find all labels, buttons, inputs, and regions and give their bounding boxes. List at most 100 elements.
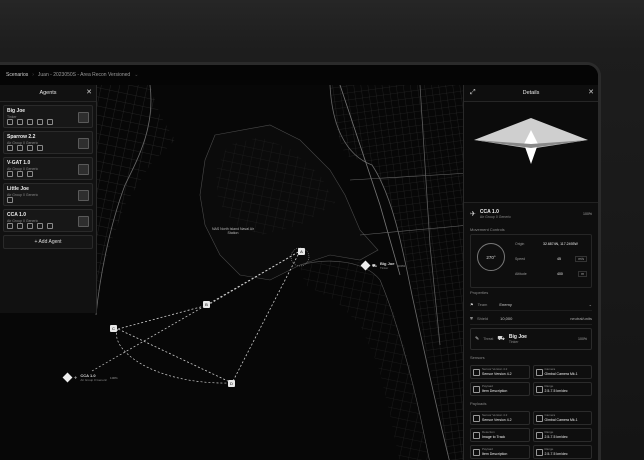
breadcrumb: Scenarios › Juan - 2023050S - Area Recon… [0,65,598,85]
edit-icon[interactable] [7,197,13,203]
details-panel-header: ⤢ Details ✕ [464,85,598,102]
speed-row: Speed 45 m/s [515,254,587,263]
agent-card[interactable]: Sparrow 2.2 Air Group 0 Generic [3,131,93,154]
close-icon[interactable]: ✕ [588,88,594,96]
target-icon[interactable] [27,119,33,125]
origin-value[interactable]: 32.6874N, 117.2493W [543,242,578,246]
sensor-card[interactable]: Payload Item Description [470,382,530,396]
agent-card[interactable]: Little Joe Air Group 0 Generic [3,183,93,206]
agent-actions [7,171,33,177]
breadcrumb-scenarios[interactable]: Scenarios [6,72,28,78]
app-screen: Scenarios › Juan - 2023050S - Area Recon… [0,62,601,460]
waypoint-c[interactable]: C [110,325,117,332]
payloads-grid: Sensor Version 4.2 Sensor Version 4.2 Cam… [470,411,592,459]
heading-dial[interactable]: 270° [477,243,505,271]
speed-label: Speed [515,256,526,261]
waypoint-d[interactable]: D [228,380,235,387]
agent-card[interactable]: CCA 1.0 Air Group 0 Generic [3,209,93,232]
map-target-pct: 100% [397,263,406,268]
target-icon[interactable] [27,171,33,177]
unit-marker-icon [62,372,73,383]
agent-name: V-GAT 1.0 [7,160,31,166]
agent-name: Big Joe [7,108,26,114]
drone-image [474,118,588,164]
link-icon[interactable] [47,119,53,125]
agents-panel-title: Agents [39,90,57,96]
agent-actions [7,223,53,229]
range-icon [535,385,543,393]
team-label: Team [477,302,488,307]
altitude-input[interactable]: 400 [557,272,563,276]
target-marker-icon [360,260,371,271]
plane-icon[interactable] [7,223,13,229]
payload-card[interactable]: Sensor Version 4.2 Sensor Version 4.2 [470,411,530,425]
payload-card[interactable]: Range 2.5-7.5 km/dec [532,428,592,442]
visibility-icon[interactable] [17,119,23,125]
payload-card[interactable]: Payload Item Description [470,445,530,459]
link-icon[interactable] [47,223,53,229]
speed-unit-select[interactable]: m/s [575,255,587,262]
edit-icon[interactable] [7,145,13,151]
team-row: ⚑ Team Enemy ⌄ [470,299,592,311]
expand-icon[interactable]: ⤢ [470,89,476,97]
close-icon[interactable]: ✕ [86,88,92,96]
agents-panel-header: Agents ✕ [0,85,96,102]
breadcrumb-scenario-name[interactable]: Juan - 2023050S - Area Recon Versioned [38,72,130,78]
properties-section-title: Properties [470,290,489,295]
sensor-value: Sensor Version 4.2 [482,371,512,376]
agent-card[interactable]: Big Joe Tinker [3,105,93,128]
shield-value[interactable]: 10,000 [500,316,512,321]
shield-unit-select[interactable]: neutral/units [570,316,592,321]
details-panel-title: Details [522,90,540,96]
payload-card[interactable]: Detection Image to Track [470,428,530,442]
visibility-icon[interactable] [17,145,23,151]
payload-value: Image to Track [482,434,506,439]
shield-icon: ⛨ [470,316,473,321]
add-agent-button[interactable]: + Add Agent [3,235,93,249]
payload-icon [473,385,480,393]
target-icon[interactable] [27,223,33,229]
payload-card[interactable]: Camera Gimbal Camera Mk.1 [532,411,592,425]
visibility-icon[interactable] [17,171,23,177]
speed-input[interactable]: 45 [557,257,561,261]
visibility-icon[interactable] [17,223,23,229]
waypoint-b[interactable]: B [203,301,210,308]
vehicle-icon: ⛟ [497,336,505,342]
settings-icon[interactable] [37,119,43,125]
asset-health: 100% [583,212,592,216]
map-unit-pct: 100% [110,375,118,380]
sensor-card[interactable]: Range 2.5-7.5 km/dec [532,382,592,396]
altitude-unit-select[interactable]: m [578,270,587,277]
map-target-big-joe[interactable]: ⛟ Big Joe Tinker 100% [360,260,406,271]
target-icon[interactable] [27,145,33,151]
link-icon[interactable] [37,145,43,151]
agent-name: CCA 1.0 [7,212,26,218]
sensor-card[interactable]: Camera Gimbal Camera Mk.1 [532,365,592,379]
sensor-value: Gimbal Camera Mk.1 [544,371,578,376]
sensors-grid: Sensor Version 4.2 Sensor Version 4.2 Cam… [470,365,592,396]
agent-avatar [78,190,89,201]
asset-type: Air Group 0 Generic [479,215,511,219]
team-select[interactable]: Enemy [499,302,511,307]
payload-card[interactable]: Range 2.5-7.5 km/dec [532,445,592,459]
range-icon [535,448,543,456]
map-unit-cca[interactable]: ✈ CCA 1.0 Air Group 0 Generic 100% [62,372,118,383]
chevron-down-icon[interactable]: ⌄ [589,302,592,307]
edit-icon[interactable] [7,171,13,177]
camera-icon [535,414,543,422]
agent-avatar [78,216,89,227]
agent-card[interactable]: V-GAT 1.0 Air Group 0 Generic [3,157,93,180]
agent-type: Air Group 0 Generic [7,193,39,197]
origin-row: Origin 32.6874N, 117.2493W [515,239,587,248]
edit-icon[interactable] [7,119,13,125]
chevron-down-icon[interactable]: ⌄ [134,72,138,78]
agent-actions [7,145,43,151]
waypoint-a[interactable]: A [298,248,305,255]
threat-target-card[interactable]: ✎ Threat ⛟ Big Joe Tinker 100% [470,328,592,350]
asset-preview [464,102,598,203]
map-unit-sub: Air Group 0 Generic [80,378,108,382]
sensor-card[interactable]: Sensor Version 4.2 Sensor Version 4.2 [470,365,530,379]
origin-label: Origin [515,241,525,246]
agent-name: Sparrow 2.2 [7,134,36,140]
settings-icon[interactable] [37,223,43,229]
